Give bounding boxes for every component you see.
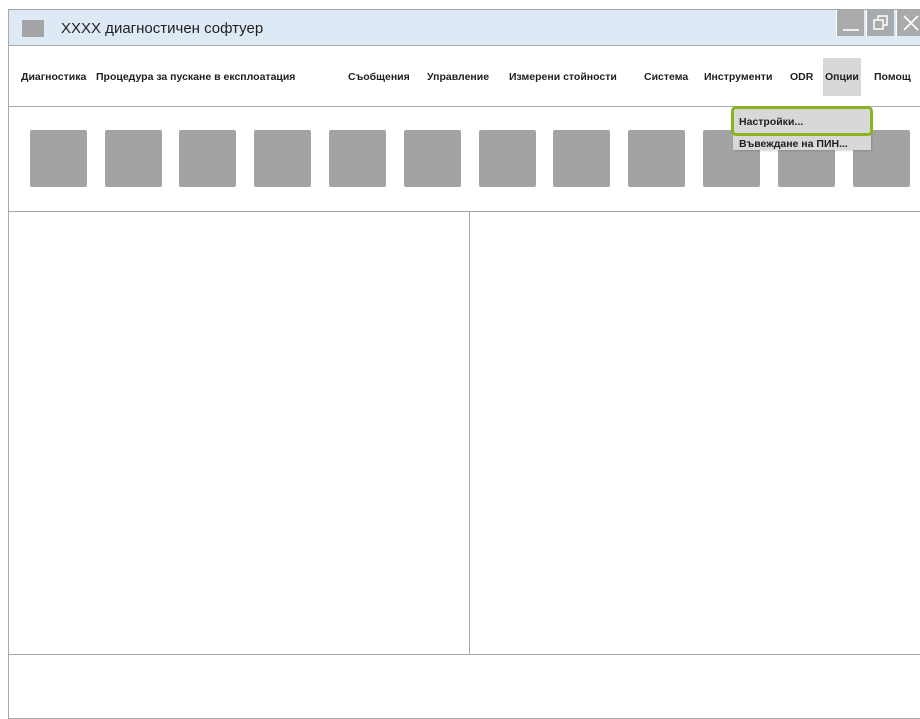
window-title: XXXX диагностичен софтуер: [61, 20, 264, 37]
status-area: [9, 655, 920, 718]
restore-button[interactable]: [866, 10, 894, 36]
menu-options[interactable]: Опции: [823, 58, 861, 96]
app-icon: [22, 20, 44, 37]
toolbar-button-7[interactable]: [479, 130, 536, 187]
menu-system[interactable]: Система: [642, 64, 690, 90]
right-pane[interactable]: [469, 212, 920, 655]
menu-bar: Диагностика Процедура за пускане в експл…: [9, 46, 920, 107]
app-window: XXXX диагностичен софтуер Диагностика Пр…: [8, 9, 920, 719]
minimize-icon: [843, 29, 859, 31]
menu-commissioning[interactable]: Процедура за пускане в експлоатация: [94, 64, 297, 90]
menu-measured-values[interactable]: Измерени стойности: [507, 64, 619, 90]
toolbar-button-9[interactable]: [628, 130, 685, 187]
toolbar-button-6[interactable]: [404, 130, 461, 187]
title-bar: XXXX диагностичен софтуер: [9, 10, 920, 46]
menu-help[interactable]: Помощ: [872, 64, 913, 90]
menu-item-enter-pin[interactable]: Въвеждане на ПИН...: [733, 131, 871, 157]
toolbar-button-3[interactable]: [179, 130, 236, 187]
toolbar-button-2[interactable]: [105, 130, 162, 187]
toolbar-button-5[interactable]: [329, 130, 386, 187]
toolbar-button-1[interactable]: [30, 130, 87, 187]
menu-odr[interactable]: ODR: [788, 64, 815, 90]
toolbar-button-8[interactable]: [553, 130, 610, 187]
close-button[interactable]: [896, 10, 920, 36]
menu-management[interactable]: Управление: [425, 64, 491, 90]
minimize-button[interactable]: [836, 10, 864, 36]
close-icon: [903, 15, 919, 31]
restore-icon: [873, 15, 888, 30]
toolbar-button-4[interactable]: [254, 130, 311, 187]
menu-tools[interactable]: Инструменти: [702, 64, 774, 90]
options-dropdown-menu: Настройки... Въвеждане на ПИН...: [731, 106, 873, 150]
left-pane[interactable]: [9, 212, 470, 655]
menu-diagnostics[interactable]: Диагностика: [19, 64, 88, 90]
menu-messages[interactable]: Съобщения: [346, 64, 412, 90]
